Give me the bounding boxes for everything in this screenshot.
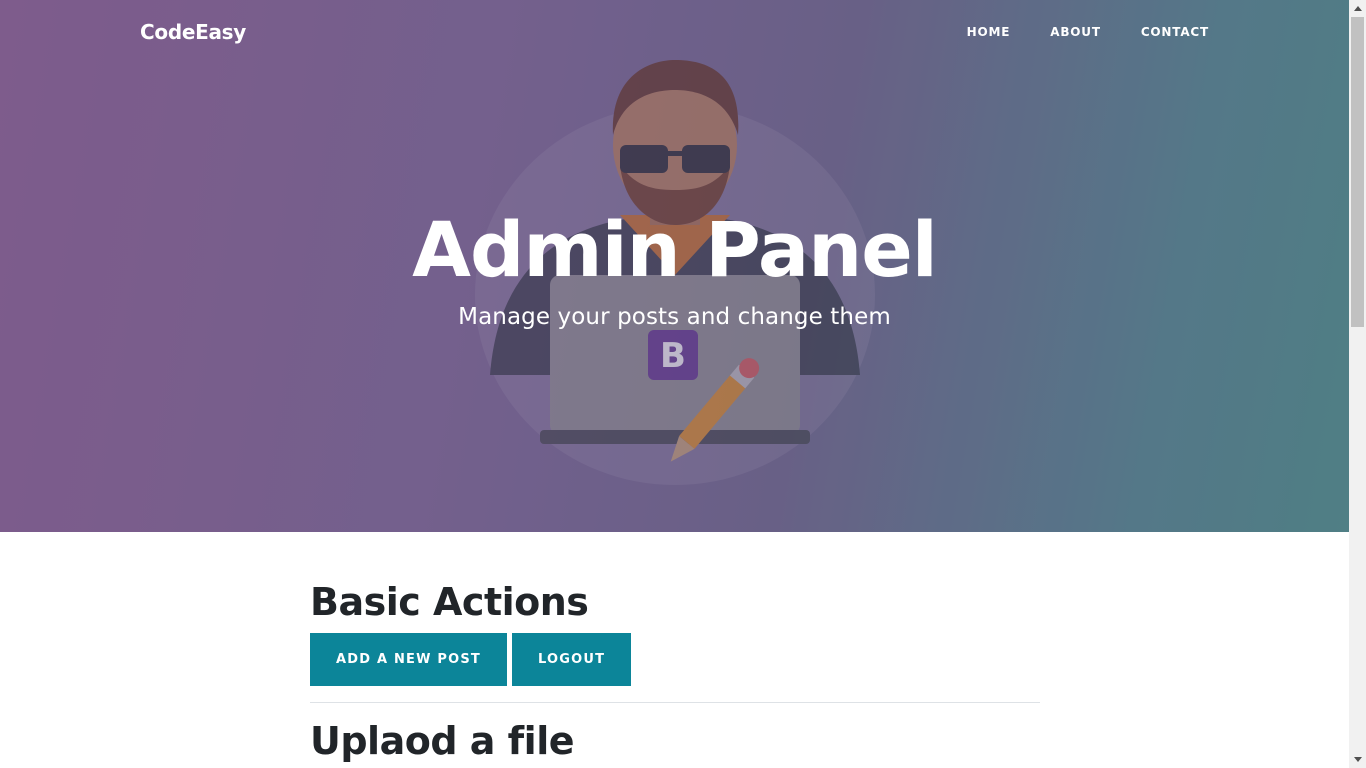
nav-link-home[interactable]: HOME: [967, 25, 1011, 39]
scroll-up-arrow-icon[interactable]: [1349, 0, 1366, 17]
page-title: Admin Panel: [412, 205, 938, 294]
upload-file-heading: Uplaod a file: [310, 718, 575, 763]
illustration-badge-letter: B: [660, 336, 686, 376]
nav-link-contact[interactable]: CONTACT: [1141, 25, 1209, 39]
logout-button[interactable]: LOGOUT: [512, 632, 632, 686]
basic-actions-heading: Basic Actions: [310, 580, 589, 624]
scroll-down-arrow-icon[interactable]: [1349, 751, 1366, 768]
main-nav: HOME ABOUT CONTACT: [927, 25, 1209, 39]
nav-link-about[interactable]: ABOUT: [1050, 25, 1101, 39]
scrollbar-thumb[interactable]: [1351, 17, 1364, 327]
hero-header: B CodeEasy HOME ABOUT CONTACT Admin Pane…: [0, 0, 1349, 532]
add-new-post-button[interactable]: ADD A NEW POST: [310, 632, 507, 686]
page: B CodeEasy HOME ABOUT CONTACT Admin Pane…: [0, 0, 1349, 768]
section-divider: [310, 701, 1040, 703]
brand-logo[interactable]: CodeEasy: [140, 20, 246, 44]
basic-actions-buttons: ADD A NEW POST LOGOUT: [310, 632, 1040, 686]
main-content: Basic Actions ADD A NEW POST LOGOUT Upla…: [310, 580, 1040, 764]
page-subtitle: Manage your posts and change them: [458, 304, 891, 330]
page-scrollbar[interactable]: [1349, 0, 1366, 768]
